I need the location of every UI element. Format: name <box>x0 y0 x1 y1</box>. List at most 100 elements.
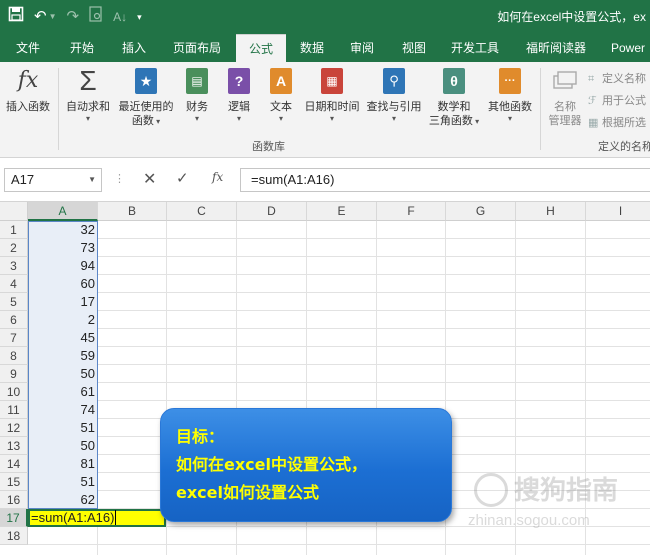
grid-row-line <box>28 292 650 293</box>
name-box[interactable]: A17 ▼ <box>4 168 102 192</box>
insert-function-label: 插入函数 <box>6 101 50 113</box>
grid-row-line <box>28 274 650 275</box>
sort-icon[interactable]: A↓ <box>113 7 127 27</box>
grid-row-line <box>28 346 650 347</box>
grid-icon: ▦ <box>588 117 599 129</box>
column-header-h[interactable]: H <box>516 202 586 221</box>
save-icon[interactable] <box>8 6 24 28</box>
name-manager-icon <box>544 66 586 96</box>
autosum-button[interactable]: Σ 自动求和 ▾ <box>62 66 114 124</box>
lookup-reference-button[interactable]: ⚲ 查找与引用 ▾ <box>364 66 424 123</box>
column-header-i[interactable]: I <box>586 202 650 221</box>
text-cursor <box>115 510 117 525</box>
tab-page-layout[interactable]: 页面布局 <box>166 34 228 62</box>
row-header-3[interactable]: 3 <box>0 257 28 275</box>
title-bar: ↶ ▼ ↷ A↓ ▾ 如何在excel中设置公式，ex <box>0 0 650 34</box>
name-manager-button[interactable]: 名称 管理器 <box>544 66 586 128</box>
cancel-icon[interactable]: ✕ <box>143 169 156 189</box>
recently-used-button[interactable]: ★ 最近使用的 函数 ▾ <box>116 66 176 128</box>
row-header-4[interactable]: 4 <box>0 275 28 293</box>
row-header-2[interactable]: 2 <box>0 239 28 257</box>
row-header-15[interactable]: 15 <box>0 473 28 491</box>
tab-developer[interactable]: 开发工具 <box>444 34 506 62</box>
formula-icon: ℱ <box>588 95 597 107</box>
row-header-5[interactable]: 5 <box>0 293 28 311</box>
row-header-18[interactable]: 18 <box>0 527 28 545</box>
row-header-8[interactable]: 8 <box>0 347 28 365</box>
tab-power[interactable]: Power <box>606 34 650 62</box>
ribbon-separator <box>58 68 59 150</box>
create-from-selection-button[interactable]: ▦ 根据所选 <box>588 114 646 130</box>
check-icon[interactable]: ✓ <box>176 169 189 187</box>
tab-review[interactable]: 审阅 <box>342 34 382 62</box>
tab-file[interactable]: 文件 <box>6 34 50 62</box>
row-header-9[interactable]: 9 <box>0 365 28 383</box>
column-header-g[interactable]: G <box>446 202 516 221</box>
date-time-label: 日期和时间 <box>304 101 360 113</box>
tab-foxit-reader[interactable]: 福昕阅读器 <box>516 34 596 62</box>
text-button[interactable]: A 文本 ▾ <box>264 66 298 123</box>
watermark-url: zhinan.sogou.com <box>468 512 590 529</box>
text-icon: A <box>264 66 298 96</box>
column-header-b[interactable]: B <box>98 202 167 221</box>
column-header-e[interactable]: E <box>307 202 377 221</box>
star-icon: ★ <box>116 66 176 96</box>
row-header-10[interactable]: 10 <box>0 383 28 401</box>
column-header-c[interactable]: C <box>167 202 237 221</box>
tab-home[interactable]: 开始 <box>60 34 104 62</box>
ribbon-separator <box>540 68 541 150</box>
financial-button[interactable]: ▤ 财务 ▾ <box>180 66 214 123</box>
chevron-down-icon[interactable]: ▼ <box>49 7 57 27</box>
date-time-button[interactable]: ▦ 日期和时间 ▾ <box>300 66 364 123</box>
chevron-down-icon[interactable]: ▼ <box>88 169 96 191</box>
row-header-12[interactable]: 12 <box>0 419 28 437</box>
chevron-down-icon: ▾ <box>236 114 241 123</box>
use-in-formula-button[interactable]: ℱ 用于公式 <box>588 92 646 108</box>
row-header-1[interactable]: 1 <box>0 221 28 239</box>
callout-line-1: 目标： <box>176 427 225 446</box>
tab-view[interactable]: 视图 <box>394 34 434 62</box>
cell-a17-editing[interactable]: =sum(A1:A16) <box>28 509 166 527</box>
insert-function-icon[interactable]: fx <box>212 170 223 184</box>
row-header-13[interactable]: 13 <box>0 437 28 455</box>
insert-function-button[interactable]: fx 插入函数 <box>2 66 54 114</box>
row-header-17[interactable]: 17 <box>0 509 28 527</box>
logical-icon: ? <box>222 66 256 96</box>
tab-insert[interactable]: 插入 <box>112 34 156 62</box>
goal-callout: 目标： 如何在excel中设置公式， excel如何设置公式 <box>160 408 452 522</box>
tab-data[interactable]: 数据 <box>292 34 332 62</box>
row-header-6[interactable]: 6 <box>0 311 28 329</box>
function-icon: fx <box>17 68 39 93</box>
print-preview-icon[interactable] <box>89 6 103 28</box>
logical-button[interactable]: ? 逻辑 ▾ <box>222 66 256 123</box>
tab-formulas[interactable]: 公式 <box>236 34 286 62</box>
financial-label: 财务 <box>186 101 208 113</box>
define-name-button[interactable]: ⌗ 定义名称 <box>588 70 646 86</box>
math-trig-button[interactable]: θ 数学和 三角函数 ▾ <box>426 66 482 128</box>
redo-icon[interactable]: ↷ <box>67 7 80 27</box>
grid-row-line <box>28 238 650 239</box>
more-functions-button[interactable]: ··· 其他函数 ▾ <box>484 66 536 123</box>
row-header-16[interactable]: 16 <box>0 491 28 509</box>
column-header-f[interactable]: F <box>377 202 446 221</box>
chevron-down-icon: ▾ <box>194 114 199 123</box>
formula-input[interactable]: =sum(A1:A16) <box>240 168 650 192</box>
customize-qat-icon[interactable]: ▾ <box>137 7 142 27</box>
grid-row-line <box>28 382 650 383</box>
formula-bar: A17 ▼ ⋮ ✕ ✓ fx =sum(A1:A16) <box>0 158 650 202</box>
lookup-icon: ⚲ <box>364 66 424 96</box>
window-title: 如何在excel中设置公式，ex <box>497 10 646 24</box>
undo-icon[interactable]: ↶ <box>34 7 47 27</box>
row-header-14[interactable]: 14 <box>0 455 28 473</box>
grid-row-line <box>28 364 650 365</box>
name-manager-label: 名称 <box>554 101 576 113</box>
group-defined-names-label: 定义的名称 <box>598 141 650 153</box>
drag-handle-icon[interactable]: ⋮ <box>114 172 125 185</box>
more-functions-label: 其他函数 <box>488 101 532 113</box>
column-header-d[interactable]: D <box>237 202 307 221</box>
column-header-a[interactable]: A <box>28 202 98 221</box>
row-header-7[interactable]: 7 <box>0 329 28 347</box>
select-all-corner[interactable] <box>0 202 28 221</box>
logical-label: 逻辑 <box>228 101 250 113</box>
row-header-11[interactable]: 11 <box>0 401 28 419</box>
